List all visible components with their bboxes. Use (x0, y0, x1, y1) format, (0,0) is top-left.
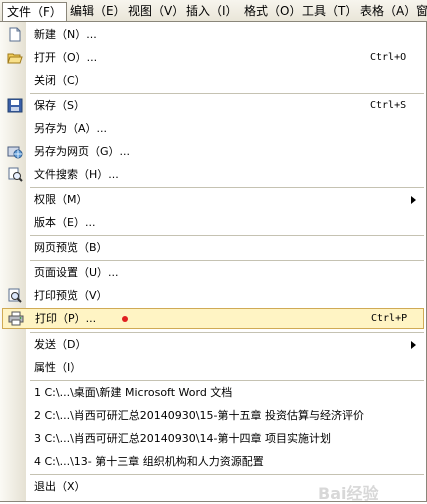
menu-item-label: 权限（M） (34, 193, 88, 206)
new-document-icon (7, 27, 23, 42)
separator (30, 332, 424, 333)
menu-item-label: 关闭（C） (34, 74, 86, 87)
menu-item-label: 版本（E）... (34, 216, 96, 229)
menu-tools[interactable]: 工具（T） (298, 2, 361, 20)
recent-file-4[interactable]: 4 C:\...\13- 第十三章 组织机构和人力资源配置 (0, 451, 425, 472)
menu-item-label: 打开（O）... (34, 51, 98, 64)
menu-item-save-as-web[interactable]: 另存为网页（G）... (0, 141, 425, 162)
submenu-arrow-icon (411, 196, 416, 204)
menu-view[interactable]: 视图（V） (124, 2, 188, 20)
menu-item-open[interactable]: 打开（O）... Ctrl+O (0, 47, 425, 68)
recent-file-label: 4 C:\...\13- 第十三章 组织机构和人力资源配置 (34, 455, 264, 468)
open-folder-icon (7, 50, 23, 65)
file-search-icon (7, 167, 23, 182)
watermark-logo: Bai经验 (318, 484, 379, 503)
menu-item-save-as[interactable]: 另存为（A）... (0, 118, 425, 139)
recent-file-3[interactable]: 3 C:\...\肖西可研汇总20140930\14-第十四章 项目实施计划 (0, 428, 425, 449)
menu-item-new[interactable]: 新建（N）... (0, 24, 425, 45)
file-menu-dropdown: 新建（N）... 打开（O）... Ctrl+O 关闭（C） 保存（S） Ctr… (0, 21, 427, 503)
printer-icon (8, 311, 24, 326)
separator (30, 187, 424, 188)
menu-item-close[interactable]: 关闭（C） (0, 70, 425, 91)
menu-item-label: 文件搜索（H）... (34, 168, 119, 181)
menu-insert[interactable]: 插入（I） (182, 2, 242, 20)
separator (30, 474, 424, 475)
separator (30, 380, 424, 381)
menu-edit[interactable]: 编辑（E） (66, 2, 130, 20)
red-marker-dot (122, 316, 128, 322)
menu-item-print[interactable]: 打印（P）... Ctrl+P (2, 308, 424, 329)
recent-file-label: 3 C:\...\肖西可研汇总20140930\14-第十四章 项目实施计划 (34, 432, 331, 445)
menu-format[interactable]: 格式（O） (240, 2, 305, 20)
menu-item-page-setup[interactable]: 页面设置（U）... (0, 262, 425, 283)
recent-file-label: 2 C:\...\肖西可研汇总20140930\15-第十五章 投资估算与经济评… (34, 409, 364, 422)
menu-item-web-preview[interactable]: 网页预览（B） (0, 237, 425, 258)
menu-item-label: 退出（X） (34, 480, 86, 493)
shortcut-label: Ctrl+P (371, 313, 408, 324)
menu-item-label: 属性（I） (34, 361, 82, 374)
separator (30, 260, 424, 261)
print-preview-icon (7, 288, 23, 303)
separator (30, 235, 424, 236)
menu-item-save[interactable]: 保存（S） Ctrl+S (0, 95, 425, 116)
menu-item-label: 网页预览（B） (34, 241, 108, 254)
menu-item-label: 另存为网页（G）... (34, 145, 131, 158)
menu-file[interactable]: 文件（F） (2, 2, 67, 23)
menu-window[interactable]: 窗 (412, 2, 427, 20)
shortcut-label: Ctrl+O (370, 52, 407, 63)
separator (30, 93, 424, 94)
menu-item-print-preview[interactable]: 打印预览（V） (0, 285, 425, 306)
recent-file-1[interactable]: 1 C:\...\桌面\新建 Microsoft Word 文档 (0, 382, 425, 403)
menu-item-label: 打印预览（V） (34, 289, 108, 302)
menu-item-label: 保存（S） (34, 99, 85, 112)
menu-table[interactable]: 表格（A） (356, 2, 420, 20)
menu-bar: 文件（F） 编辑（E） 视图（V） 插入（I） 格式（O） 工具（T） 表格（A… (0, 0, 427, 23)
submenu-arrow-icon (411, 341, 416, 349)
menu-item-label: 打印（P）... (35, 312, 97, 325)
menu-item-label: 另存为（A）... (34, 122, 108, 135)
save-web-page-icon (7, 144, 23, 159)
shortcut-label: Ctrl+S (370, 100, 407, 111)
recent-file-label: 1 C:\...\桌面\新建 Microsoft Word 文档 (34, 386, 233, 399)
menu-item-properties[interactable]: 属性（I） (0, 357, 425, 378)
save-disk-icon (7, 98, 23, 113)
recent-file-2[interactable]: 2 C:\...\肖西可研汇总20140930\15-第十五章 投资估算与经济评… (0, 405, 425, 426)
menu-item-send-to[interactable]: 发送（D） (0, 334, 425, 355)
menu-item-label: 页面设置（U）... (34, 266, 119, 279)
menu-item-versions[interactable]: 版本（E）... (0, 212, 425, 233)
menu-item-label: 发送（D） (34, 338, 87, 351)
menu-item-permission[interactable]: 权限（M） (0, 189, 425, 210)
menu-item-file-search[interactable]: 文件搜索（H）... (0, 164, 425, 185)
menu-item-label: 新建（N）... (34, 28, 97, 41)
